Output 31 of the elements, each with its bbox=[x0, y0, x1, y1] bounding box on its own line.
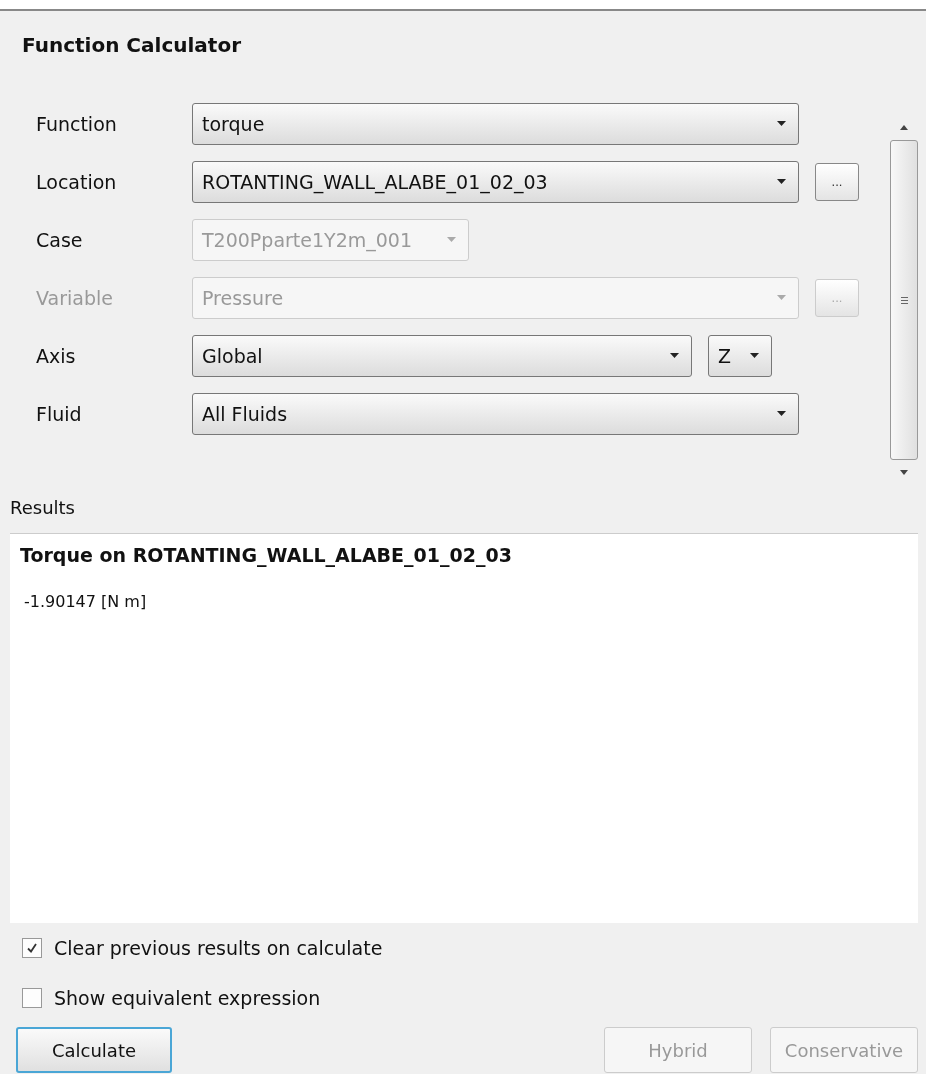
dropdown[interactable]: All Fluids bbox=[192, 392, 799, 435]
axis-dropdown[interactable]: Z bbox=[708, 334, 772, 377]
field-label: Fluid bbox=[35, 402, 83, 425]
panel-title: Function Calculator bbox=[22, 33, 242, 59]
checkmark-icon bbox=[26, 942, 38, 954]
caret-icon bbox=[670, 353, 679, 358]
checkbox[interactable] bbox=[22, 988, 42, 1008]
section-label: Results bbox=[10, 497, 76, 520]
caret-icon bbox=[777, 411, 786, 416]
field-label: Variable bbox=[35, 286, 114, 309]
checkbox[interactable] bbox=[22, 938, 42, 958]
action-button[interactable]: Calculate bbox=[16, 1027, 172, 1073]
caret-icon bbox=[777, 179, 786, 184]
caret-icon bbox=[777, 295, 786, 300]
field-label: Case bbox=[35, 228, 84, 251]
checkbox-label[interactable]: Clear previous results on calculate bbox=[54, 937, 383, 959]
field-label: Axis bbox=[35, 344, 77, 367]
checkbox-label[interactable]: Show equivalent expression bbox=[54, 987, 321, 1009]
field-label: Function bbox=[35, 112, 118, 135]
dropdown[interactable]: torque bbox=[192, 102, 799, 145]
result-value: -1.90147 [N m] bbox=[24, 592, 148, 611]
caret-icon bbox=[750, 353, 759, 358]
scroll-down-icon[interactable] bbox=[900, 470, 908, 475]
field-label: Location bbox=[35, 170, 118, 193]
caret-icon bbox=[777, 121, 786, 126]
scroll-up-icon[interactable] bbox=[900, 125, 908, 130]
result-heading: Torque on ROTANTING_WALL_ALABE_01_02_03 bbox=[20, 544, 513, 566]
caret-icon bbox=[447, 237, 456, 242]
dropdown[interactable]: Global bbox=[192, 334, 692, 377]
dropdown[interactable]: ROTANTING_WALL_ALABE_01_02_03 bbox=[192, 160, 799, 203]
browse-button[interactable]: ... bbox=[815, 162, 859, 201]
